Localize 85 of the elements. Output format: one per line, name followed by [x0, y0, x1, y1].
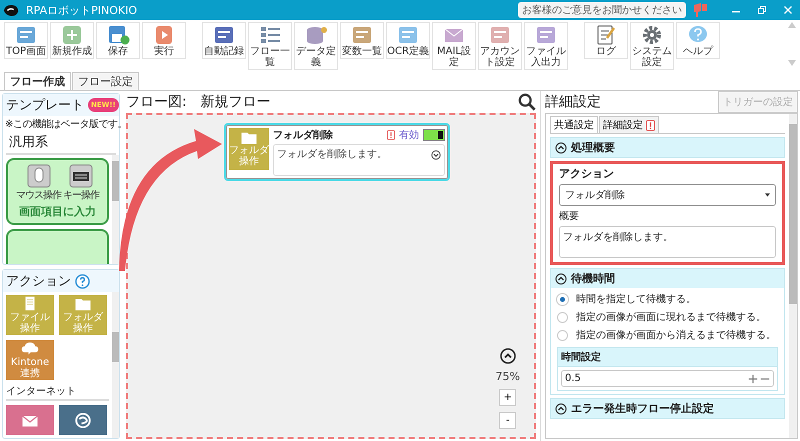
- folder-tile: フォルダ操作: [229, 128, 269, 170]
- toolbar-button[interactable]: 変数一覧: [340, 22, 384, 59]
- status-label: 有効: [399, 128, 419, 142]
- template-card[interactable]: [6, 229, 109, 264]
- group-title: 時間設定: [561, 352, 601, 363]
- template-title: 画面項目に入力: [19, 204, 96, 219]
- radio-button[interactable]: [557, 312, 568, 322]
- plus-icon[interactable]: [748, 374, 758, 384]
- section-title: 処理概要: [571, 140, 615, 155]
- field-label: アクション: [559, 166, 615, 181]
- database-icon: [304, 25, 328, 45]
- tab[interactable]: 詳細設定: [599, 116, 659, 133]
- description-text: フォルダを削除します。: [277, 148, 387, 161]
- section-header[interactable]: 処理概要: [550, 137, 785, 158]
- zoom-in-button[interactable]: +: [499, 389, 516, 406]
- section-title: 待機時間: [571, 271, 615, 286]
- globe-icon: [74, 412, 92, 428]
- toolbar-button[interactable]: ヘルプ: [676, 22, 720, 59]
- toolbar-button[interactable]: ファイル入出力: [524, 22, 568, 70]
- action-dropdown[interactable]: フォルダ削除: [559, 184, 776, 206]
- settings-icon: [640, 25, 664, 45]
- toolbar-button[interactable]: データ定義: [294, 22, 338, 70]
- toolbar-button[interactable]: アカウント設定: [478, 22, 522, 70]
- caret-icon: [765, 193, 770, 197]
- category-label: インターネット: [6, 384, 109, 401]
- expand-icon[interactable]: [431, 150, 441, 160]
- toolbar-button[interactable]: 新規作成: [50, 22, 94, 59]
- help-icon[interactable]: [75, 274, 90, 288]
- radio-option[interactable]: 指定の画像が画面に現れるまで待機する。: [557, 309, 778, 325]
- section-title: エラー発生時フロー停止設定: [571, 401, 714, 416]
- scrollbar[interactable]: [789, 114, 797, 438]
- scroll-down-icon[interactable]: [788, 60, 796, 66]
- toolbar-button[interactable]: OCR定義: [386, 22, 430, 59]
- radio-button[interactable]: [557, 330, 568, 340]
- scrollbar[interactable]: [112, 155, 119, 264]
- time-field[interactable]: 0.5: [561, 370, 774, 387]
- plus-icon: [60, 25, 84, 45]
- toolbar-button[interactable]: TOP画面: [4, 22, 48, 59]
- flow-title: フロー図: 新規フロー: [126, 93, 271, 111]
- scrollbar[interactable]: [112, 292, 119, 438]
- toolbar-button[interactable]: システム設定: [630, 22, 674, 70]
- beta-note: ※この機能はベータ版です。: [4, 118, 119, 132]
- collapse-icon[interactable]: [500, 348, 516, 364]
- zoom-out-button[interactable]: -: [499, 412, 516, 429]
- mouse-icon: [26, 164, 50, 188]
- section-header[interactable]: エラー発生時フロー停止設定: [551, 399, 784, 418]
- enable-toggle[interactable]: [423, 129, 445, 141]
- tab[interactable]: フロー設定: [72, 72, 139, 90]
- logo-icon: [2, 2, 20, 18]
- radio-option[interactable]: 時間を指定して待機する。: [557, 291, 778, 307]
- summary-field[interactable]: フォルダを削除します。: [559, 226, 776, 258]
- cloud-icon: [21, 341, 39, 356]
- category-label: 汎用系: [6, 132, 116, 155]
- help-icon: [686, 25, 710, 45]
- zoom-level: 75%: [496, 370, 520, 383]
- panel-title: テンプレート: [6, 97, 84, 114]
- radio-option[interactable]: 指定の画像が画面から消えるまで待機する。: [557, 327, 778, 343]
- panel-title: 詳細設定: [545, 93, 601, 111]
- list-icon: [258, 25, 282, 45]
- panel-title: アクション: [6, 273, 71, 290]
- section-header[interactable]: 待機時間: [551, 269, 784, 288]
- action-tile[interactable]: [59, 405, 107, 435]
- template-card[interactable]: マウス操作 キー操作 画面項目に入力: [6, 158, 109, 225]
- icon-caption: マウス操作: [16, 189, 61, 202]
- screen-icon: [14, 25, 38, 45]
- floppy-disk-icon: [106, 25, 130, 45]
- toolbar-button[interactable]: MAIL設定: [432, 22, 476, 70]
- restore-icon[interactable]: [756, 4, 768, 16]
- search-icon[interactable]: [518, 93, 536, 111]
- toolbar-button[interactable]: フロー一覧: [248, 22, 292, 70]
- close-icon[interactable]: [782, 4, 794, 16]
- action-tile[interactable]: [6, 405, 54, 435]
- toolbar-button[interactable]: 実行: [142, 22, 186, 59]
- toolbar-button[interactable]: 自動記録: [202, 22, 246, 59]
- scroll-up-icon[interactable]: [788, 22, 796, 28]
- toolbar-button[interactable]: ログ: [584, 22, 628, 59]
- field-label: 概要: [559, 210, 580, 223]
- toolbar-button[interactable]: 保存: [96, 22, 140, 59]
- feedback-link[interactable]: お客様のご意見をお聞かせください: [518, 2, 686, 18]
- tab[interactable]: 共通設定: [550, 116, 598, 133]
- tab[interactable]: フロー作成: [4, 72, 71, 90]
- keyboard-icon: [69, 164, 93, 188]
- icon-caption: キー操作: [63, 189, 99, 202]
- window-title: RPAロボットPINOKIO: [26, 2, 137, 18]
- node-title: フォルダ削除: [273, 128, 334, 142]
